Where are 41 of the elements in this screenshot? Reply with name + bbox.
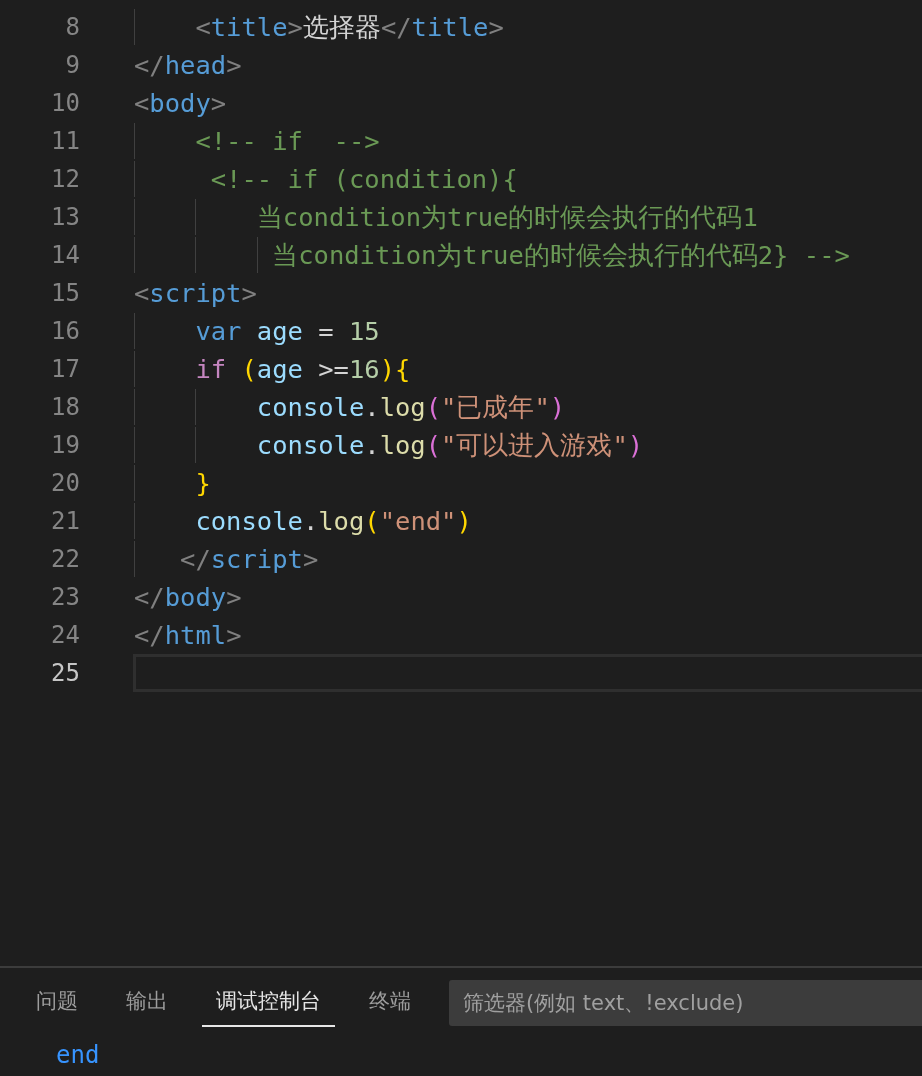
code-line: </html> xyxy=(134,620,242,650)
line-number: 12 xyxy=(50,164,80,195)
filter-field[interactable]: 筛选器(例如 text、!exclude) xyxy=(449,980,922,1026)
console-output: end xyxy=(56,1041,100,1069)
panel-tab[interactable]: 问题 xyxy=(22,979,92,1027)
panel-tab[interactable]: 终端 xyxy=(355,979,425,1027)
line-number: 20 xyxy=(50,468,80,499)
code-line: console.log("end") xyxy=(194,506,472,536)
code-line: var age = 15 xyxy=(194,316,380,346)
line-number: 25 xyxy=(50,658,80,689)
line-number: 19 xyxy=(50,430,80,461)
line-number: 21 xyxy=(50,506,80,537)
line-number: 17 xyxy=(50,354,80,385)
line-number: 18 xyxy=(50,392,80,423)
line-number: 22 xyxy=(50,544,80,575)
code-line: } xyxy=(194,468,211,498)
code-line: if (age >=16){ xyxy=(194,354,411,384)
code-line: <!-- if --> xyxy=(194,126,380,156)
code-line: </head> xyxy=(134,50,242,80)
code-line: <body> xyxy=(134,88,227,118)
line-number: 8 xyxy=(64,12,80,43)
code-line: console.log("可以进入游戏") xyxy=(255,430,644,460)
code-line: </script> xyxy=(179,544,319,574)
code-line: <!-- if (condition){ xyxy=(209,164,518,194)
line-number: 9 xyxy=(64,50,80,81)
line-number: 13 xyxy=(50,202,80,233)
code-line: <title>选择器</title> xyxy=(194,12,504,42)
line-number: 23 xyxy=(50,582,80,613)
code-line: 当condition为true的时候会执行的代码2} --> xyxy=(271,240,850,270)
panel-tab[interactable]: 输出 xyxy=(112,979,182,1027)
line-number: 14 xyxy=(50,240,80,271)
line-number: 15 xyxy=(50,278,80,309)
line-number: 11 xyxy=(50,126,80,157)
line-number: 16 xyxy=(50,316,80,347)
code-line: </body> xyxy=(134,582,242,612)
code-line: 当condition为true的时候会执行的代码1 xyxy=(255,202,758,232)
line-number: 24 xyxy=(50,620,80,651)
line-number: 10 xyxy=(50,88,80,119)
code-line: console.log("已成年") xyxy=(255,392,566,422)
code-line: <script> xyxy=(134,278,257,308)
panel-tab[interactable]: 调试控制台 xyxy=(202,979,335,1027)
